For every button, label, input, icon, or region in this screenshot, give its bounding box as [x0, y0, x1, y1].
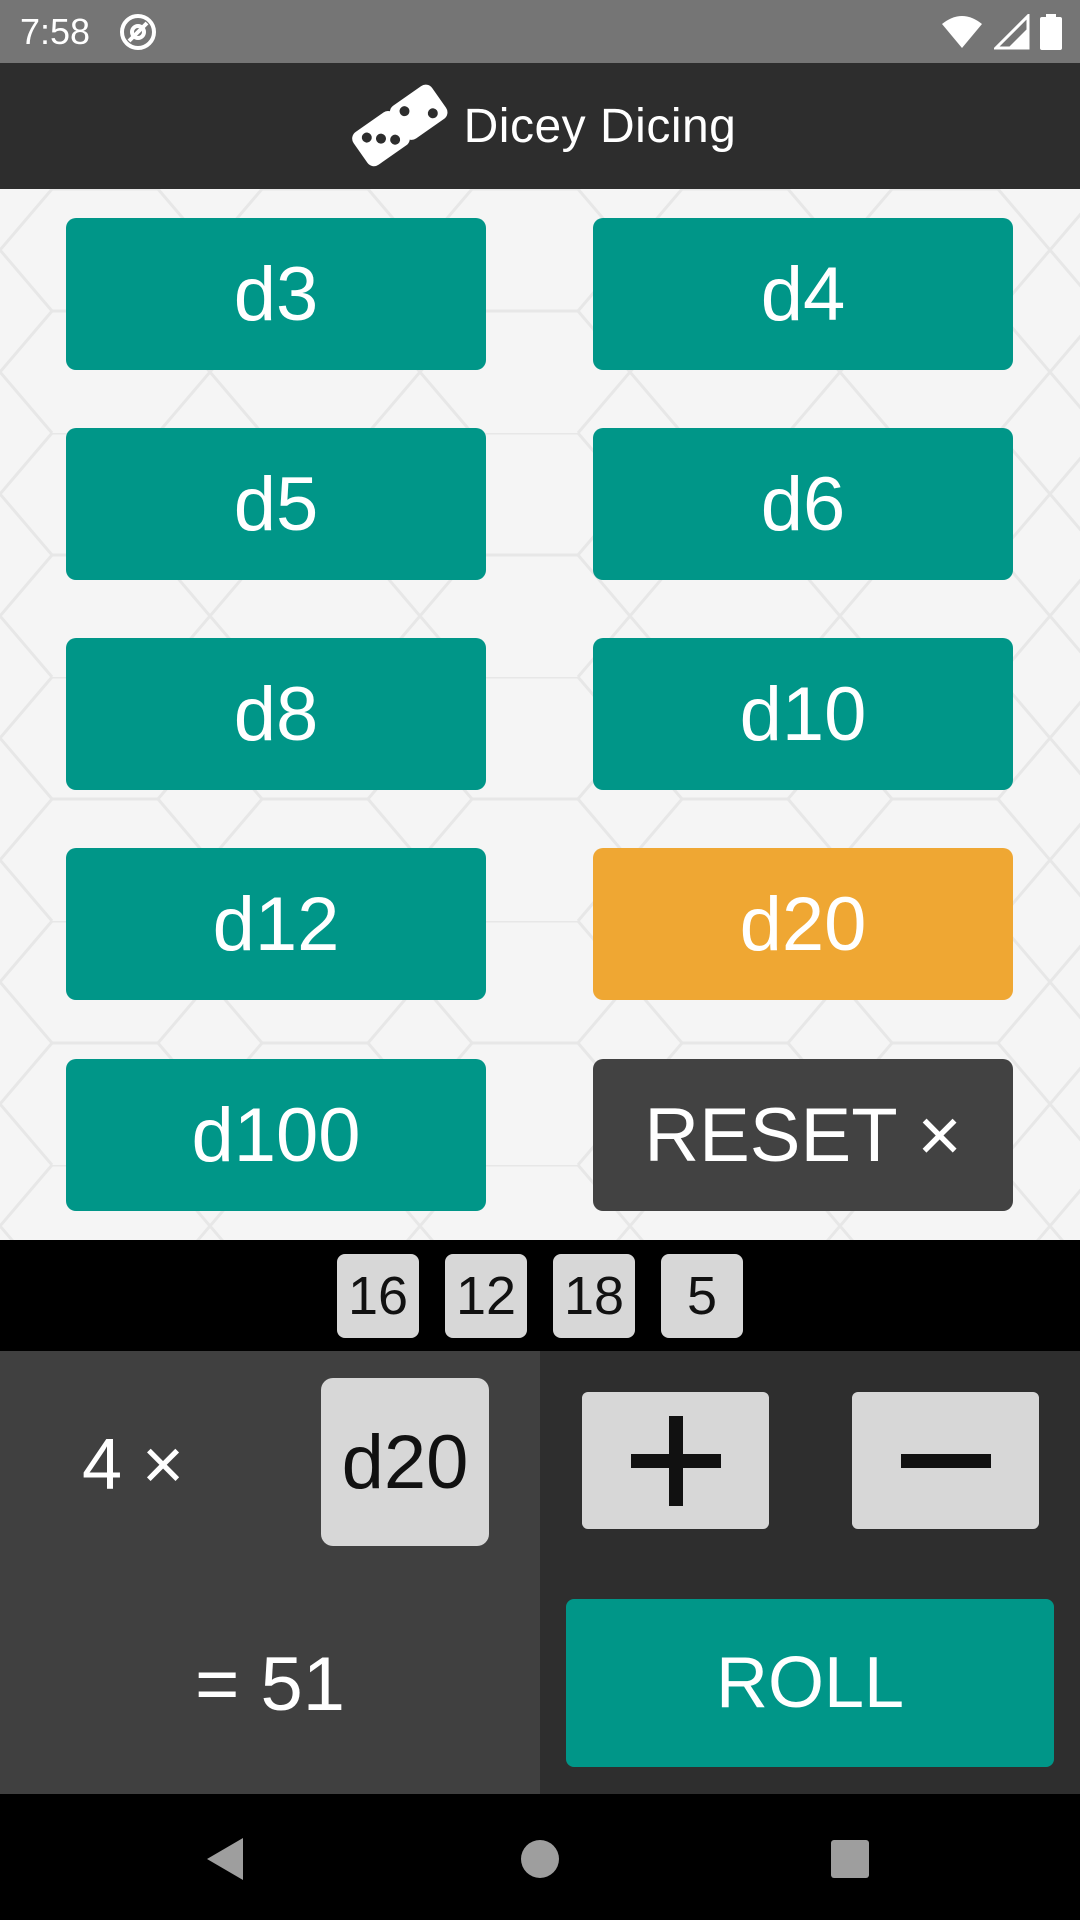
die-button-d8[interactable]: d8 — [66, 638, 486, 790]
nav-home-button[interactable] — [505, 1824, 575, 1894]
die-button-d3[interactable]: d3 — [66, 218, 486, 370]
battery-icon — [1040, 14, 1062, 50]
die-button-d12[interactable]: d12 — [66, 848, 486, 1000]
die-button-d10[interactable]: d10 — [593, 638, 1013, 790]
die-button-d20[interactable]: d20 — [593, 848, 1013, 1000]
roll-total: = 51 — [195, 1642, 346, 1727]
dice-count-label: 4 × — [82, 1425, 185, 1505]
decrement-button[interactable] — [852, 1392, 1039, 1529]
result-chip: 12 — [445, 1253, 527, 1338]
roll-results: 16 12 18 5 — [0, 1240, 1080, 1351]
nav-recents-button[interactable] — [815, 1824, 885, 1894]
die-button-d4[interactable]: d4 — [593, 218, 1013, 370]
minus-icon — [900, 1453, 991, 1468]
die-button-d6[interactable]: d6 — [593, 428, 1013, 580]
die-button-d100[interactable]: d100 — [66, 1059, 486, 1211]
status-icons — [940, 12, 1062, 52]
signal-icon — [994, 14, 1030, 50]
wifi-icon — [942, 16, 982, 48]
nav-back-button[interactable] — [190, 1824, 260, 1894]
status-bar: 7:58 — [0, 0, 1080, 63]
reset-button[interactable]: RESET × — [593, 1059, 1013, 1211]
back-icon — [207, 1838, 243, 1880]
result-chip: 18 — [553, 1253, 635, 1338]
app-bar: Dicey Dicing — [0, 63, 1080, 189]
dice-logo-icon — [351, 84, 448, 167]
roll-button[interactable]: ROLL — [566, 1599, 1054, 1767]
plus-icon — [630, 1415, 721, 1506]
system-nav-bar — [0, 1794, 1080, 1920]
status-time: 7:58 — [20, 11, 91, 52]
home-icon — [521, 1840, 559, 1878]
result-chip: 16 — [337, 1253, 419, 1338]
selected-die-button[interactable]: d20 — [321, 1378, 489, 1546]
recents-icon — [831, 1840, 869, 1878]
result-chip: 5 — [661, 1253, 743, 1338]
increment-button[interactable] — [582, 1392, 769, 1529]
die-button-d5[interactable]: d5 — [66, 428, 486, 580]
at-sign-icon — [120, 14, 156, 50]
dice-grid: d3 d4 d5 d6 d8 d10 d12 d20 d100 RESET × — [0, 189, 1080, 1240]
app-title: Dicey Dicing — [463, 99, 737, 153]
